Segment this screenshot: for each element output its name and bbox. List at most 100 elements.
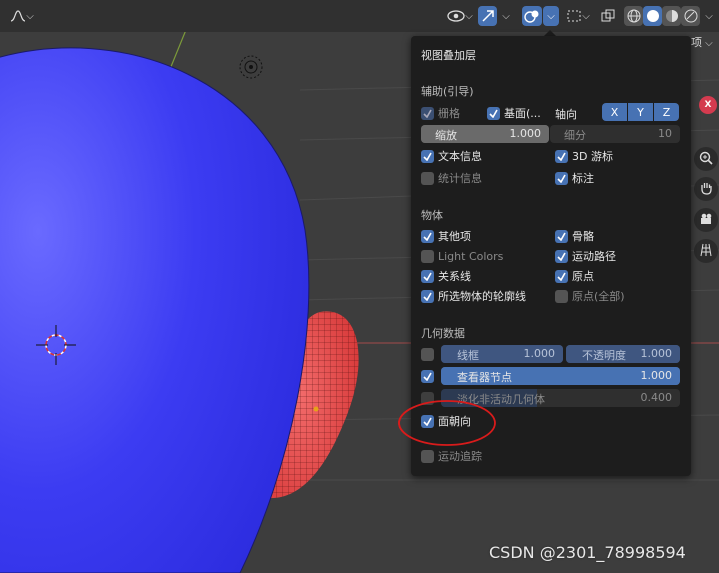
annotations-checkbox[interactable] — [555, 171, 568, 185]
opacity-value: 1.000 — [640, 347, 673, 360]
face-orientation-checkbox[interactable] — [421, 414, 434, 428]
bones-checkbox[interactable] — [555, 229, 568, 243]
shading-dropdown[interactable]: ⌵ — [701, 6, 717, 26]
3d-viewport[interactable]: ⌵ ⌵ ⌵ ⌵ ⌵ ⌵ 选项 ⌵ X 视图叠加层 辅助(引导) 栅格 基面(..… — [0, 0, 719, 573]
extras-label: 其他项 — [438, 230, 471, 243]
3d-cursor-checkbox[interactable] — [555, 149, 568, 163]
axis-z-toggle[interactable]: Z — [654, 103, 679, 121]
camera-view-button[interactable] — [694, 208, 718, 232]
light-colors-label: Light Colors — [438, 249, 504, 263]
viewer-node-label: 查看器节点 — [457, 371, 512, 384]
mesh-edit-overlay-button[interactable]: ⌵ — [563, 6, 593, 26]
statistics-checkbox[interactable] — [421, 171, 434, 185]
chevron-down-icon: ⌵ — [705, 10, 713, 22]
grid-scale-label: 缩放 — [435, 129, 457, 142]
outline-selected-row[interactable]: 所选物体的轮廓线 — [421, 287, 526, 305]
wireframe-checkbox[interactable] — [421, 347, 434, 361]
material-sphere-icon — [665, 9, 679, 23]
pan-button[interactable] — [694, 177, 718, 201]
motion-tracking-row[interactable]: 运动追踪 — [421, 447, 482, 465]
3d-cursor-label: 3D 游标 — [572, 150, 613, 163]
grid-subdivisions-field[interactable]: 细分 10 — [550, 125, 680, 143]
chevron-down-icon: ⌵ — [547, 10, 555, 22]
annotations-label: 标注 — [572, 172, 594, 185]
fade-inactive-checkbox[interactable] — [421, 391, 434, 405]
statistics-label: 统计信息 — [438, 172, 482, 185]
zoom-button[interactable] — [694, 147, 718, 171]
visibility-button[interactable]: ⌵ — [441, 6, 479, 26]
shading-material-button[interactable] — [662, 6, 681, 26]
light-colors-row[interactable]: Light Colors — [421, 247, 503, 265]
floor-checkbox[interactable] — [487, 106, 500, 120]
wireframe-field[interactable]: 线框 1.000 — [441, 345, 563, 363]
motion-paths-checkbox[interactable] — [555, 249, 568, 263]
fade-inactive-field[interactable]: 淡化非活动几何体 0.400 — [441, 389, 680, 407]
face-orientation-row[interactable]: 面朝向 — [421, 412, 471, 430]
xray-button[interactable] — [599, 6, 617, 26]
bones-label: 骨骼 — [572, 230, 594, 243]
overlays-dropdown[interactable]: ⌵ — [543, 6, 559, 26]
viewer-node-field[interactable]: 查看器节点 1.000 — [441, 367, 680, 385]
relationship-lines-checkbox[interactable] — [421, 269, 434, 283]
viewer-node-row[interactable] — [421, 367, 438, 385]
light-colors-checkbox[interactable] — [421, 249, 434, 263]
statistics-row[interactable]: 统计信息 — [421, 169, 482, 187]
text-info-checkbox[interactable] — [421, 149, 434, 163]
3d-cursor-row[interactable]: 3D 游标 — [555, 147, 613, 165]
extras-row[interactable]: 其他项 — [421, 227, 471, 245]
section-guides-heading: 辅助(引导) — [421, 85, 474, 98]
shading-wireframe-button[interactable] — [624, 6, 643, 26]
overlays-toggle-button[interactable] — [522, 6, 542, 26]
relationship-lines-row[interactable]: 关系线 — [421, 267, 471, 285]
section-geometry-heading: 几何数据 — [421, 327, 465, 340]
relationship-lines-label: 关系线 — [438, 270, 471, 283]
face-orientation-label: 面朝向 — [438, 415, 471, 428]
mesh-select-icon — [566, 9, 582, 23]
fade-inactive-label: 淡化非活动几何体 — [457, 393, 545, 406]
axis-y-toggle[interactable]: Y — [628, 103, 653, 121]
chevron-down-icon: ⌵ — [465, 10, 473, 22]
origins-row[interactable]: 原点 — [555, 267, 594, 285]
grid-scale-value: 1.000 — [509, 127, 542, 140]
perspective-toggle-button[interactable] — [694, 239, 718, 263]
chevron-down-icon: ⌵ — [502, 10, 510, 22]
gizmo-toggle-button[interactable] — [478, 6, 497, 26]
overlay-circles-icon — [524, 9, 540, 23]
navigation-gizmo-x[interactable]: X — [699, 96, 717, 114]
motion-tracking-checkbox[interactable] — [421, 449, 434, 463]
wireframe-row[interactable] — [421, 345, 438, 363]
eye-icon — [447, 9, 465, 23]
extras-checkbox[interactable] — [421, 229, 434, 243]
origins-checkbox[interactable] — [555, 269, 568, 283]
fade-inactive-row[interactable] — [421, 389, 438, 407]
shading-solid-button[interactable] — [643, 6, 662, 26]
grid-checkbox-row[interactable]: 栅格 — [421, 104, 460, 122]
shading-rendered-button[interactable] — [681, 6, 700, 26]
motion-paths-row[interactable]: 运动路径 — [555, 247, 616, 265]
opacity-field[interactable]: 不透明度 1.000 — [566, 345, 680, 363]
viewer-node-checkbox[interactable] — [421, 369, 434, 383]
camera-icon — [699, 212, 713, 229]
curve-icon — [10, 9, 26, 23]
chevron-down-icon: ⌵ — [26, 10, 34, 22]
outline-selected-label: 所选物体的轮廓线 — [438, 290, 526, 303]
floor-label: 基面(... — [504, 107, 541, 120]
text-info-row[interactable]: 文本信息 — [421, 147, 482, 165]
grid-label: 栅格 — [438, 107, 460, 120]
floor-checkbox-row[interactable]: 基面(... — [487, 104, 541, 122]
axes-label: 轴向 — [555, 108, 577, 121]
origins-all-row[interactable]: 原点(全部) — [555, 287, 625, 305]
annotations-row[interactable]: 标注 — [555, 169, 594, 187]
light-object-icon — [239, 55, 263, 79]
gizmo-dropdown[interactable]: ⌵ — [498, 6, 514, 26]
origins-all-checkbox[interactable] — [555, 289, 568, 303]
grid-subdivisions-label: 细分 — [564, 129, 586, 142]
rendered-sphere-icon — [684, 9, 698, 23]
axis-x-toggle[interactable]: X — [602, 103, 627, 121]
grid-checkbox[interactable] — [421, 106, 434, 120]
snap-curve-button[interactable]: ⌵ — [4, 6, 40, 26]
text-info-label: 文本信息 — [438, 150, 482, 163]
outline-selected-checkbox[interactable] — [421, 289, 434, 303]
grid-scale-field[interactable]: 缩放 1.000 — [421, 125, 549, 143]
bones-row[interactable]: 骨骼 — [555, 227, 594, 245]
